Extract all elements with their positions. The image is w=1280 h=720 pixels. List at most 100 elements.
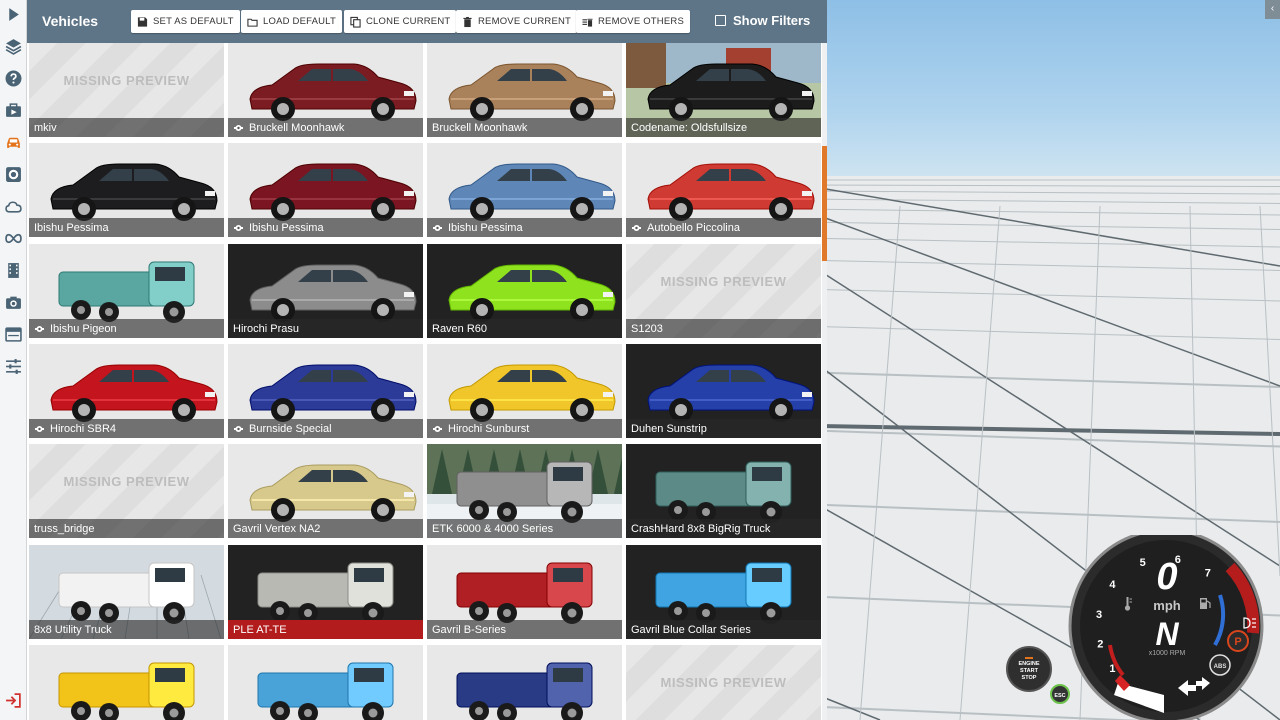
parking-brake-indicator: P: [1234, 636, 1241, 648]
vehicle-tile[interactable]: Ibishu Pessima: [29, 143, 224, 237]
vehicle-tile[interactable]: Ibishu Pessima: [228, 143, 423, 237]
vehicle-label: Hirochi Prasu: [228, 319, 423, 338]
config-icon: [433, 224, 442, 231]
vehicle-tile[interactable]: Gavril Blue Collar Series: [626, 545, 821, 639]
settings-icon[interactable]: [3, 164, 24, 185]
play-icon[interactable]: [3, 4, 24, 25]
trash-list-icon: [582, 18, 593, 27]
missing-preview-text: MISSING PREVIEW: [63, 73, 190, 88]
scrollbar[interactable]: [822, 43, 827, 720]
rpm-tick-label: 5: [1140, 557, 1146, 569]
panel-header: Vehicles SET AS DEFAULT LOAD DEFAULT CLO…: [27, 0, 827, 43]
layers-icon[interactable]: [3, 36, 24, 57]
engine-start-stop-button[interactable]: ENGINE START STOP: [1006, 646, 1052, 692]
vehicle-preview-image: [29, 645, 224, 720]
exit-icon[interactable]: [3, 690, 24, 711]
cloud-icon[interactable]: [3, 196, 24, 217]
vehicle-name: Codename: Oldsfullsize: [631, 121, 748, 134]
config-icon: [234, 124, 243, 131]
vehicle-tile[interactable]: PLE AT-TE: [228, 545, 423, 639]
browser-icon[interactable]: [3, 324, 24, 345]
vehicle-name: ETK 6000 & 4000 Series: [432, 522, 554, 535]
vehicle-tile[interactable]: Ibishu Pessima: [427, 143, 622, 237]
scrollbar-thumb[interactable]: [822, 146, 827, 261]
vehicle-tile[interactable]: Codename: Oldsfullsize: [626, 43, 821, 137]
vehicle-label: Hirochi Sunburst: [427, 419, 622, 438]
vehicle-tile[interactable]: MISSING PREVIEW mkiv: [29, 43, 224, 137]
vehicle-tile[interactable]: Gavril SB 40: [228, 645, 423, 720]
help-icon[interactable]: [3, 68, 24, 89]
ground-grid-line: [859, 205, 901, 720]
vehicle-tile[interactable]: Gavril B-Series: [427, 545, 622, 639]
remove-others-button[interactable]: REMOVE OTHERS: [576, 10, 690, 33]
camera-icon[interactable]: [3, 292, 24, 313]
vehicle-name: Autobello Piccolina: [647, 221, 740, 234]
speed-unit: mph: [1153, 598, 1181, 613]
infinity-icon[interactable]: [3, 228, 24, 249]
vehicle-tile[interactable]: Dansworth C1500: [29, 645, 224, 720]
vehicle-tile[interactable]: Hirochi SBR4: [29, 344, 224, 438]
vehicle-label: Ibishu Pessima: [228, 218, 423, 237]
vehicle-name: Hirochi Sunburst: [448, 422, 530, 435]
show-filters-toggle[interactable]: Show Filters: [715, 13, 810, 28]
vehicle-tile[interactable]: Bruckell Moonhawk: [427, 43, 622, 137]
vehicle-label: truss_bridge: [29, 519, 224, 538]
vehicle-name: mkiv: [34, 121, 57, 134]
ground-grid-line: [799, 198, 1280, 204]
vehicle-tile[interactable]: Ibishu Pigeon: [29, 244, 224, 338]
clone-current-button[interactable]: CLONE CURRENT: [344, 10, 457, 33]
vehicle-tile[interactable]: 8x8 Utility Truck: [29, 545, 224, 639]
rpm-tick-label: 7: [1205, 567, 1211, 579]
vehicle-tile[interactable]: Hirochi Prasu: [228, 244, 423, 338]
set-as-default-label: SET AS DEFAULT: [153, 16, 234, 27]
config-icon: [234, 224, 243, 231]
vehicle-name: CrashHard 8x8 BigRig Truck: [631, 522, 771, 535]
vehicle-name: truss_bridge: [34, 522, 95, 535]
vehicle-tile[interactable]: Bruckell Moonhawk: [228, 43, 423, 137]
show-filters-checkbox[interactable]: [715, 15, 726, 26]
vehicle-tile[interactable]: MISSING PREVIEW S1203: [626, 244, 821, 338]
vehicle-name: Gavril Vertex NA2: [233, 522, 321, 535]
speed-readout: 0: [1156, 556, 1178, 598]
vehicle-label: Burnside Special: [228, 419, 423, 438]
vehicle-tile[interactable]: Autobello Piccolina: [626, 143, 821, 237]
briefcase-icon[interactable]: [3, 100, 24, 121]
set-as-default-button[interactable]: SET AS DEFAULT: [131, 10, 240, 33]
rpm-tick-label: 4: [1109, 579, 1116, 591]
ground-grid-line: [799, 184, 1280, 187]
vehicles-panel: Vehicles SET AS DEFAULT LOAD DEFAULT CLO…: [27, 0, 827, 720]
vehicle-label: Gavril Vertex NA2: [228, 519, 423, 538]
vehicle-tile[interactable]: Gavril D-Series: [427, 645, 622, 720]
vehicle-label: CrashHard 8x8 BigRig Truck: [626, 519, 821, 538]
left-toolbar: [0, 0, 27, 720]
config-icon: [35, 325, 44, 332]
vehicle-label: PLE AT-TE: [228, 620, 423, 639]
esc-indicator: ESC: [1050, 684, 1070, 704]
vehicle-label: Ibishu Pessima: [427, 218, 622, 237]
car-icon[interactable]: [3, 132, 24, 153]
film-icon[interactable]: [3, 260, 24, 281]
vehicle-tile[interactable]: Gavril Vertex NA2: [228, 444, 423, 538]
vehicle-tile[interactable]: Raven R60: [427, 244, 622, 338]
folder-icon: [247, 18, 258, 27]
vehicle-label: S1203: [626, 319, 821, 338]
vehicle-tile[interactable]: Duhen Sunstrip: [626, 344, 821, 438]
collapse-tab[interactable]: ‹: [1265, 0, 1280, 19]
remove-current-button[interactable]: REMOVE CURRENT: [456, 10, 578, 33]
vehicle-name: Ibishu Pessima: [249, 221, 324, 234]
vehicle-label: Ibishu Pessima: [29, 218, 224, 237]
sliders-icon[interactable]: [3, 356, 24, 377]
vehicle-tile[interactable]: ETK 6000 & 4000 Series: [427, 444, 622, 538]
config-icon: [632, 224, 641, 231]
copy-icon: [350, 16, 361, 28]
vehicle-tile[interactable]: MISSING PREVIEWGavril D1: [626, 645, 821, 720]
vehicle-tile[interactable]: Burnside Special: [228, 344, 423, 438]
vehicle-label: Bruckell Moonhawk: [427, 118, 622, 137]
vehicle-label: Gavril B-Series: [427, 620, 622, 639]
vehicle-tile[interactable]: MISSING PREVIEW truss_bridge: [29, 444, 224, 538]
vehicle-tile[interactable]: CrashHard 8x8 BigRig Truck: [626, 444, 821, 538]
vehicle-tile[interactable]: Hirochi Sunburst: [427, 344, 622, 438]
vehicle-name: Burnside Special: [249, 422, 332, 435]
load-default-label: LOAD DEFAULT: [263, 16, 336, 27]
load-default-button[interactable]: LOAD DEFAULT: [241, 10, 342, 33]
